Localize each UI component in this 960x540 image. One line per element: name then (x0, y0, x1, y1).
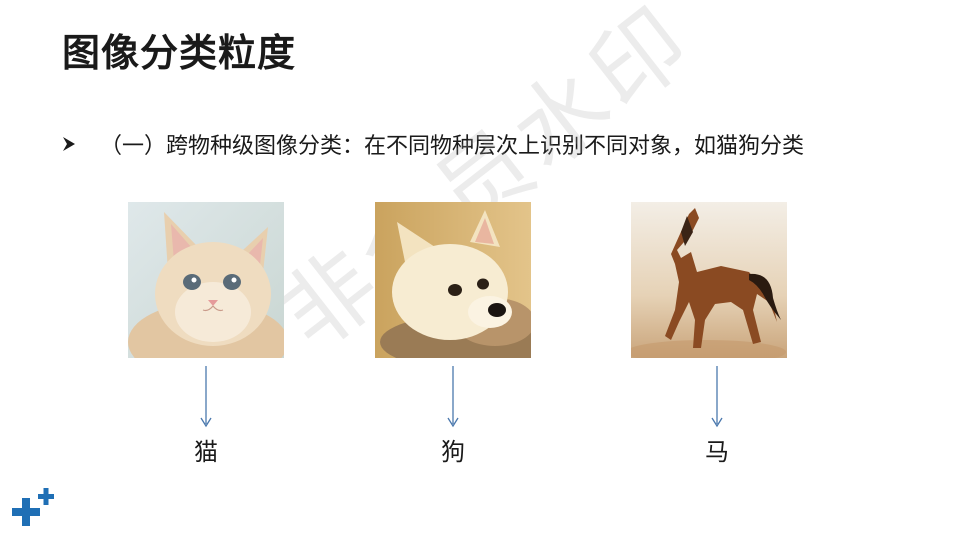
slide-title: 图像分类粒度 (62, 31, 297, 75)
bullet-item: （一）跨物种级图像分类：在不同物种层次上识别不同对象，如猫狗分类 (60, 128, 804, 160)
cat-image (128, 202, 284, 358)
label-horse: 马 (705, 438, 729, 466)
down-arrow-icon (447, 366, 459, 428)
horse-image (631, 202, 787, 358)
down-arrow-icon (200, 366, 212, 428)
arrow-bullet-icon (63, 137, 75, 151)
slide: 图像分类粒度 （一）跨物种级图像分类：在不同物种层次上识别不同对象，如猫狗分类 … (0, 0, 960, 540)
down-arrow-icon (711, 366, 723, 428)
label-cat: 猫 (194, 438, 218, 466)
bullet-text: （一）跨物种级图像分类：在不同物种层次上识别不同对象，如猫狗分类 (100, 134, 805, 159)
plus-logo-icon (12, 488, 54, 526)
label-dog: 狗 (441, 438, 465, 466)
dog-image (375, 202, 531, 358)
